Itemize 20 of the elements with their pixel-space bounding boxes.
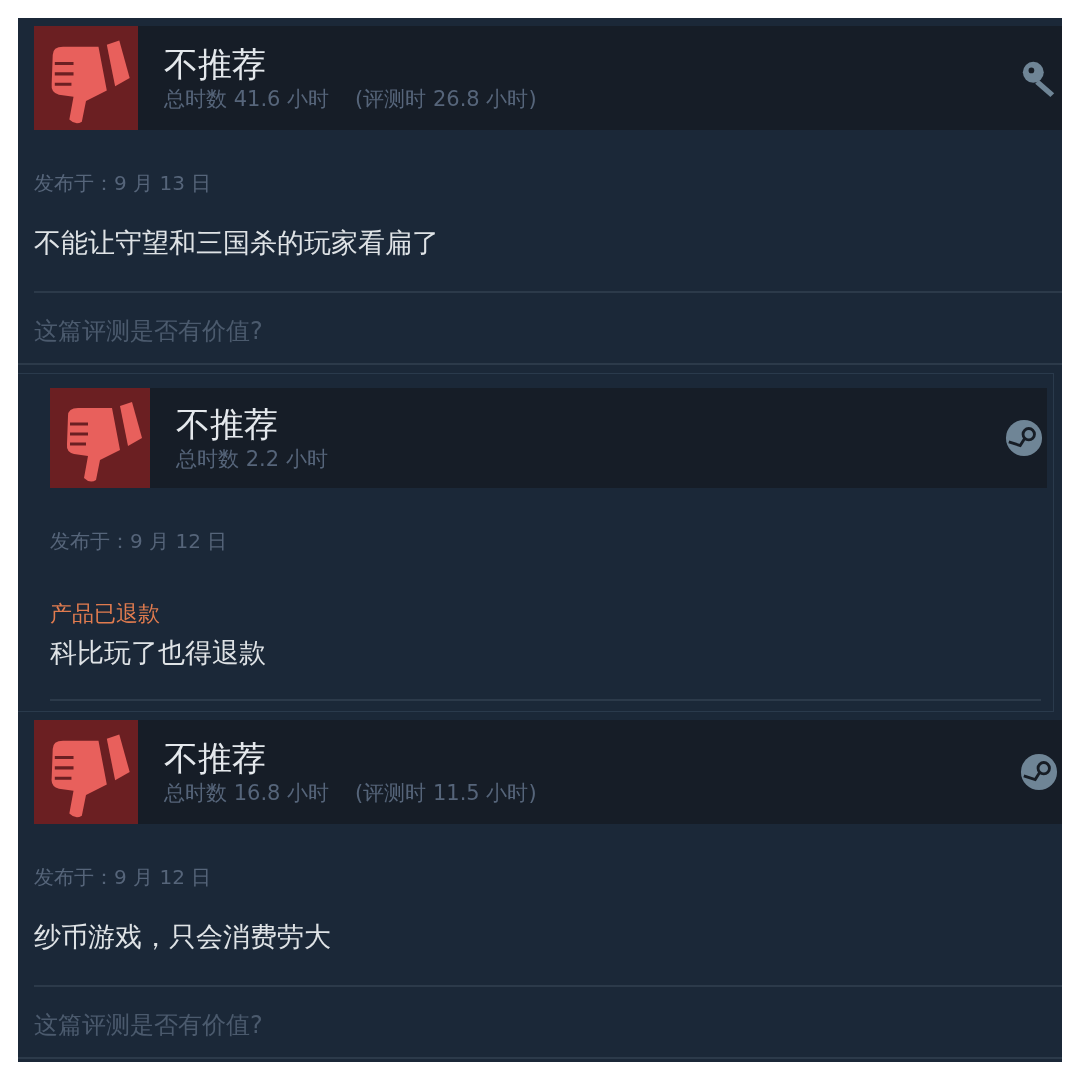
posted-date: 发布于：9 月 13 日 bbox=[34, 170, 213, 197]
steam-logo-icon bbox=[1005, 419, 1043, 457]
review-verdict: 不推荐 bbox=[164, 43, 267, 85]
review-verdict: 不推荐 bbox=[164, 737, 267, 779]
refund-label: 产品已退款 bbox=[50, 600, 161, 628]
playtime-at-review: (评测时 11.5 小时) bbox=[355, 780, 537, 807]
thumbs-down-icon bbox=[34, 720, 138, 824]
playtime-total: 总时数 41.6 小时 bbox=[164, 86, 330, 113]
playtime-at-review: (评测时 26.8 小时) bbox=[355, 86, 537, 113]
posted-date: 发布于：9 月 12 日 bbox=[34, 864, 213, 891]
review-verdict: 不推荐 bbox=[176, 403, 279, 445]
playtime-total: 总时数 2.2 小时 bbox=[176, 446, 328, 473]
thumbs-down-icon bbox=[34, 26, 138, 130]
review-text: 不能让守望和三国杀的玩家看扁了 bbox=[34, 225, 1062, 293]
thumbs-down-icon bbox=[50, 388, 150, 488]
review-text: 纱币游戏，只会消费劳大 bbox=[34, 919, 1062, 987]
playtime-total: 总时数 16.8 小时 bbox=[164, 780, 330, 807]
posted-date: 发布于：9 月 12 日 bbox=[50, 528, 229, 555]
review-text: 科比玩了也得退款 bbox=[50, 635, 1041, 701]
steam-logo-icon bbox=[1020, 753, 1058, 791]
